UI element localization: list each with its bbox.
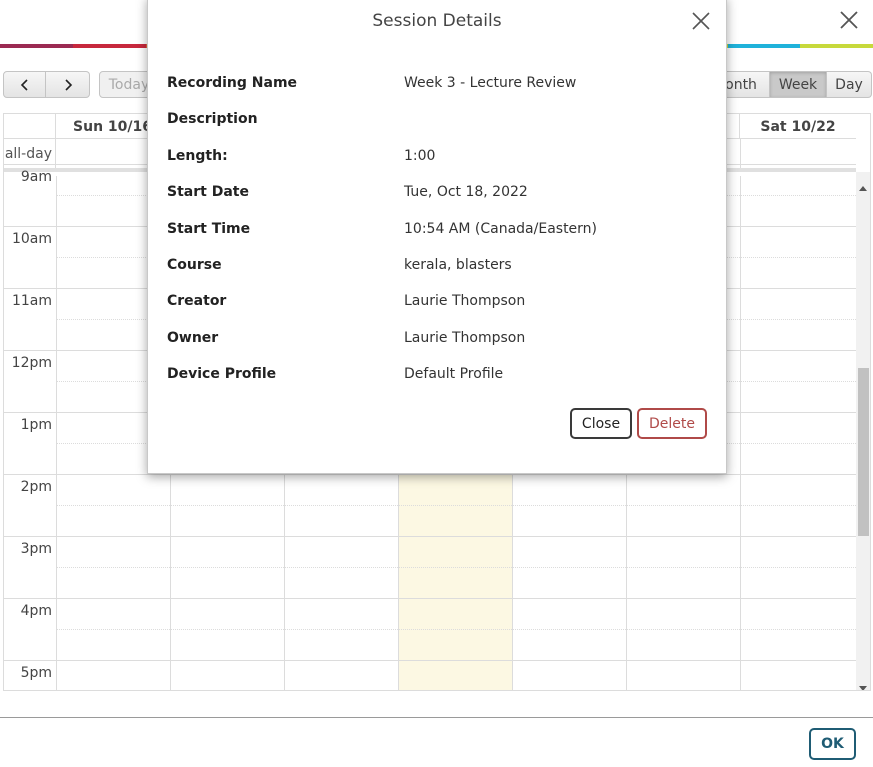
detail-label: Owner: [167, 329, 219, 346]
next-button[interactable]: [46, 71, 90, 98]
hour-line: [4, 474, 856, 475]
hour-label: 5pm: [20, 665, 52, 681]
hour-row: 3pm: [4, 536, 856, 598]
brand-color-segment: [0, 44, 73, 48]
modal-title: Session Details: [372, 11, 502, 31]
close-button[interactable]: Close: [570, 408, 632, 439]
day-column-divider: [56, 176, 57, 690]
detail-label: Device Profile: [167, 366, 277, 383]
hour-label: 1pm: [20, 417, 52, 433]
hour-row: 4pm: [4, 598, 856, 660]
brand-color-segment: [727, 44, 801, 48]
chevron-right-icon: [64, 78, 72, 91]
brand-color-segment: [72, 44, 146, 48]
detail-row: Description: [167, 111, 707, 147]
detail-value: kerala, blasters: [404, 256, 512, 273]
hour-line: [4, 660, 856, 661]
detail-value: 1:00: [404, 147, 436, 164]
chevron-left-icon: [20, 78, 28, 91]
hour-line: [4, 598, 856, 599]
detail-row: Creator Laurie Thompson: [167, 293, 707, 329]
hour-row: 5pm: [4, 660, 856, 690]
detail-label: Start Time: [167, 220, 251, 237]
ok-button[interactable]: OK: [809, 728, 856, 760]
delete-button[interactable]: Delete: [637, 408, 707, 439]
session-details-list: Recording Name Week 3 - Lecture Review Des…: [167, 75, 707, 403]
detail-value: Week 3 - Lecture Review: [404, 75, 577, 91]
detail-label: Course: [167, 256, 222, 273]
hour-label: 10am: [11, 231, 52, 247]
half-hour-line: [56, 629, 856, 630]
hour-label: 2pm: [20, 479, 52, 495]
detail-label: Start Date: [167, 184, 249, 201]
hour-label: 9am: [20, 169, 52, 185]
time-gutter-header: [4, 114, 56, 139]
detail-row: Recording Name Week 3 - Lecture Review: [167, 75, 707, 111]
day-column-divider: [740, 176, 741, 690]
half-hour-line: [56, 567, 856, 568]
hour-label: 11am: [11, 293, 52, 309]
detail-value: Laurie Thompson: [404, 329, 526, 346]
detail-row: Device Profile Default Profile: [167, 366, 707, 402]
scheduler-dialog: Today Month Week Day Sun 10/16 Sat 10/22…: [0, 0, 873, 767]
detail-label: Length:: [167, 147, 228, 164]
hour-line: [4, 536, 856, 537]
scrollbar[interactable]: [856, 172, 870, 690]
detail-row: Course kerala, blasters: [167, 257, 707, 293]
close-icon[interactable]: [691, 11, 711, 31]
brand-color-segment: [800, 44, 873, 48]
scroll-down-arrow-icon[interactable]: [859, 677, 867, 690]
footer-divider: [0, 717, 873, 718]
session-details-modal: Session Details Recording Name Week 3 - L…: [147, 0, 727, 474]
detail-value: Tue, Oct 18, 2022: [404, 184, 528, 201]
detail-label: Description: [167, 111, 258, 128]
day-header-sat: Sat 10/22: [760, 118, 836, 135]
scroll-up-arrow-icon[interactable]: [859, 178, 867, 191]
detail-value: Default Profile: [404, 366, 504, 383]
hour-label: 12pm: [11, 355, 52, 371]
detail-label: Recording Name: [167, 75, 298, 91]
view-week-button[interactable]: Week: [770, 71, 827, 98]
hour-label: 3pm: [20, 541, 52, 557]
close-icon[interactable]: [838, 9, 860, 31]
detail-label: Creator: [167, 293, 227, 310]
scrollbar-thumb[interactable]: [858, 368, 869, 536]
detail-value: Laurie Thompson: [404, 293, 526, 310]
nav-button-group: [3, 71, 90, 98]
detail-row: Length: 1:00: [167, 148, 707, 184]
detail-row: Owner Laurie Thompson: [167, 330, 707, 366]
half-hour-line: [56, 505, 856, 506]
detail-row: Start Date Tue, Oct 18, 2022: [167, 184, 707, 220]
view-day-button[interactable]: Day: [827, 71, 872, 98]
detail-value: 10:54 AM (Canada/Eastern): [404, 220, 598, 237]
hour-label: 4pm: [20, 603, 52, 619]
prev-button[interactable]: [3, 71, 46, 98]
detail-row: Start Time 10:54 AM (Canada/Eastern): [167, 221, 707, 257]
hour-row: 2pm: [4, 474, 856, 536]
